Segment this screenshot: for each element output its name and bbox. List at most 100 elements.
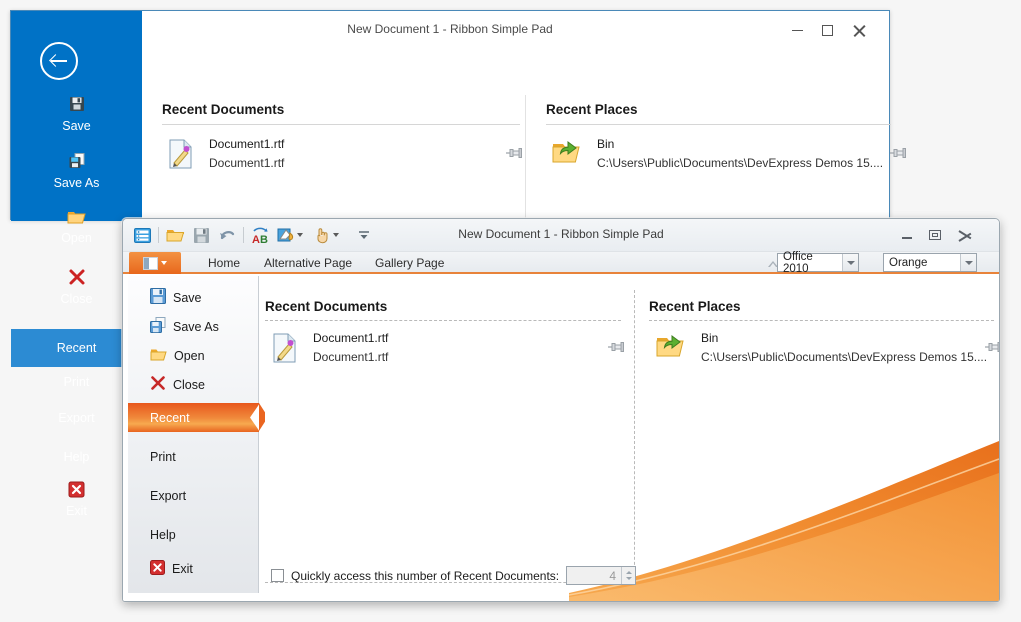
close-icon[interactable]	[845, 19, 873, 41]
backstage-menu: Save Save As Open Close Recent Print Exp…	[128, 276, 268, 593]
quantity-stepper-value: 4	[609, 568, 617, 583]
menu-item-label: Recent	[150, 410, 190, 425]
color-selector[interactable]: Orange	[883, 253, 977, 272]
menu-item-label: Export	[150, 488, 187, 503]
menu-item-label: Exit	[172, 561, 193, 576]
quick-access-label: Quickly access this number of Recent Doc…	[291, 568, 560, 583]
list-item[interactable]: Bin C:\Users\Public\Documents\DevExpress…	[552, 137, 906, 177]
list-item-path: Document1.rtf	[209, 156, 285, 170]
menu-item-help[interactable]: Help	[128, 520, 259, 549]
chevron-down-icon[interactable]	[297, 233, 303, 237]
save-as-icon	[150, 317, 166, 336]
background-backstage-content: Recent Documents Document1.rtf Document1…	[142, 47, 906, 257]
menu-item-recent[interactable]: Recent	[128, 403, 268, 432]
sidebar-item-label: Exit	[66, 504, 87, 518]
pin-icon[interactable]	[890, 147, 906, 159]
chevron-down-icon[interactable]	[625, 577, 632, 580]
rtf-document-icon	[272, 333, 298, 368]
pin-icon[interactable]	[608, 341, 624, 353]
application-menu-button[interactable]	[129, 252, 181, 274]
separator	[243, 227, 244, 243]
quick-access-option-row: Quickly access this number of Recent Doc…	[271, 566, 637, 585]
minimize-icon[interactable]	[783, 19, 811, 41]
chevron-down-icon[interactable]	[842, 254, 858, 271]
touch-mode-icon[interactable]	[309, 223, 335, 247]
divider	[649, 320, 994, 321]
menu-item-label: Save	[173, 290, 202, 305]
chevron-down-icon	[161, 261, 167, 265]
divider	[265, 320, 621, 321]
menu-item-export[interactable]: Export	[128, 481, 259, 510]
backstage-content: Recent Documents Document1.rtf Document1…	[265, 276, 999, 593]
folder-open-icon	[656, 334, 686, 365]
list-item-name: Document1.rtf	[209, 137, 285, 151]
paint-bucket-icon[interactable]	[273, 223, 299, 247]
svg-text:B: B	[260, 234, 268, 244]
menu-item-save-as[interactable]: Save As	[128, 312, 259, 341]
menu-item-open[interactable]: Open	[128, 341, 259, 370]
list-item[interactable]: Bin C:\Users\Public\Documents\DevExpress…	[656, 331, 999, 371]
tab-home[interactable]: Home	[199, 252, 249, 274]
quick-access-toolbar: AB	[129, 223, 377, 247]
spell-check-icon[interactable]: AB	[247, 223, 273, 247]
recent-documents-heading: Recent Documents	[162, 102, 285, 117]
save-icon	[11, 95, 142, 116]
list-item-path: C:\Users\Public\Documents\DevExpress Dem…	[701, 350, 988, 364]
quantity-stepper-buttons[interactable]	[621, 567, 636, 584]
tab-label: Gallery Page	[375, 256, 445, 270]
list-item[interactable]: Document1.rtf Document1.rtf	[272, 331, 624, 371]
sidebar-item-label: Open	[61, 231, 92, 245]
theme-selector[interactable]: Office 2010	[777, 250, 859, 275]
pin-icon[interactable]	[506, 147, 522, 159]
ribbon-tabstrip: Home Alternative Page Gallery Page Offic…	[123, 250, 999, 275]
open-folder-icon	[150, 347, 167, 365]
chevron-up-icon[interactable]	[625, 571, 632, 574]
sidebar-item-label: Export	[58, 411, 95, 425]
pin-icon[interactable]	[985, 341, 999, 353]
sidebar-item-label: Recent	[56, 341, 97, 355]
theme-selector-value: Office 2010	[783, 250, 813, 275]
chevron-down-icon[interactable]	[333, 233, 339, 237]
minimize-icon[interactable]	[895, 225, 919, 245]
screen: New Document 1 - Ribbon Simple Pad Save …	[0, 0, 1021, 622]
ribbon-menu-icon[interactable]	[129, 223, 155, 247]
restore-icon[interactable]	[923, 225, 947, 245]
quick-access-checkbox[interactable]	[271, 569, 284, 582]
recent-documents-heading: Recent Documents	[265, 299, 388, 314]
chevron-down-icon[interactable]	[960, 254, 976, 271]
folder-open-icon	[552, 140, 582, 171]
save-icon[interactable]	[188, 223, 214, 247]
undo-icon[interactable]	[214, 223, 240, 247]
close-icon[interactable]	[953, 225, 977, 245]
menu-item-print[interactable]: Print	[128, 442, 259, 471]
back-arrow-icon[interactable]	[40, 42, 78, 80]
menu-item-exit[interactable]: Exit	[128, 554, 259, 583]
customize-qat-icon[interactable]	[351, 223, 377, 247]
foreground-window-titlebar[interactable]: New Document 1 - Ribbon Simple Pad AB	[123, 219, 999, 252]
sidebar-item-label: Save As	[53, 176, 100, 190]
rtf-document-icon	[168, 139, 194, 174]
close-x-icon	[150, 375, 166, 394]
menu-item-save[interactable]: Save	[128, 283, 259, 312]
sidebar-item-label: Help	[63, 450, 90, 464]
tab-alternative-page[interactable]: Alternative Page	[255, 252, 361, 274]
list-item[interactable]: Document1.rtf Document1.rtf	[168, 137, 522, 177]
save-icon	[150, 288, 166, 307]
tab-gallery-page[interactable]: Gallery Page	[366, 252, 453, 274]
sidebar-item-label: Save	[62, 119, 91, 133]
sidebar-item-label: Print	[63, 375, 90, 389]
svg-text:A: A	[252, 234, 260, 244]
exit-icon	[150, 559, 165, 578]
maximize-icon[interactable]	[813, 19, 841, 41]
separator	[158, 227, 159, 243]
menu-item-close[interactable]: Close	[128, 370, 259, 399]
quantity-stepper[interactable]: 4	[566, 566, 637, 585]
sidebar-item-save[interactable]: Save	[11, 95, 142, 133]
sidebar-item-save-as[interactable]: Save As	[11, 152, 142, 190]
open-folder-icon[interactable]	[162, 223, 188, 247]
sidebar-item-label: Close	[60, 292, 93, 306]
background-window-titlebar[interactable]: New Document 1 - Ribbon Simple Pad	[11, 11, 889, 47]
save-as-icon	[11, 152, 142, 173]
background-window: New Document 1 - Ribbon Simple Pad Save …	[10, 10, 906, 518]
list-item-path: Document1.rtf	[313, 350, 389, 364]
